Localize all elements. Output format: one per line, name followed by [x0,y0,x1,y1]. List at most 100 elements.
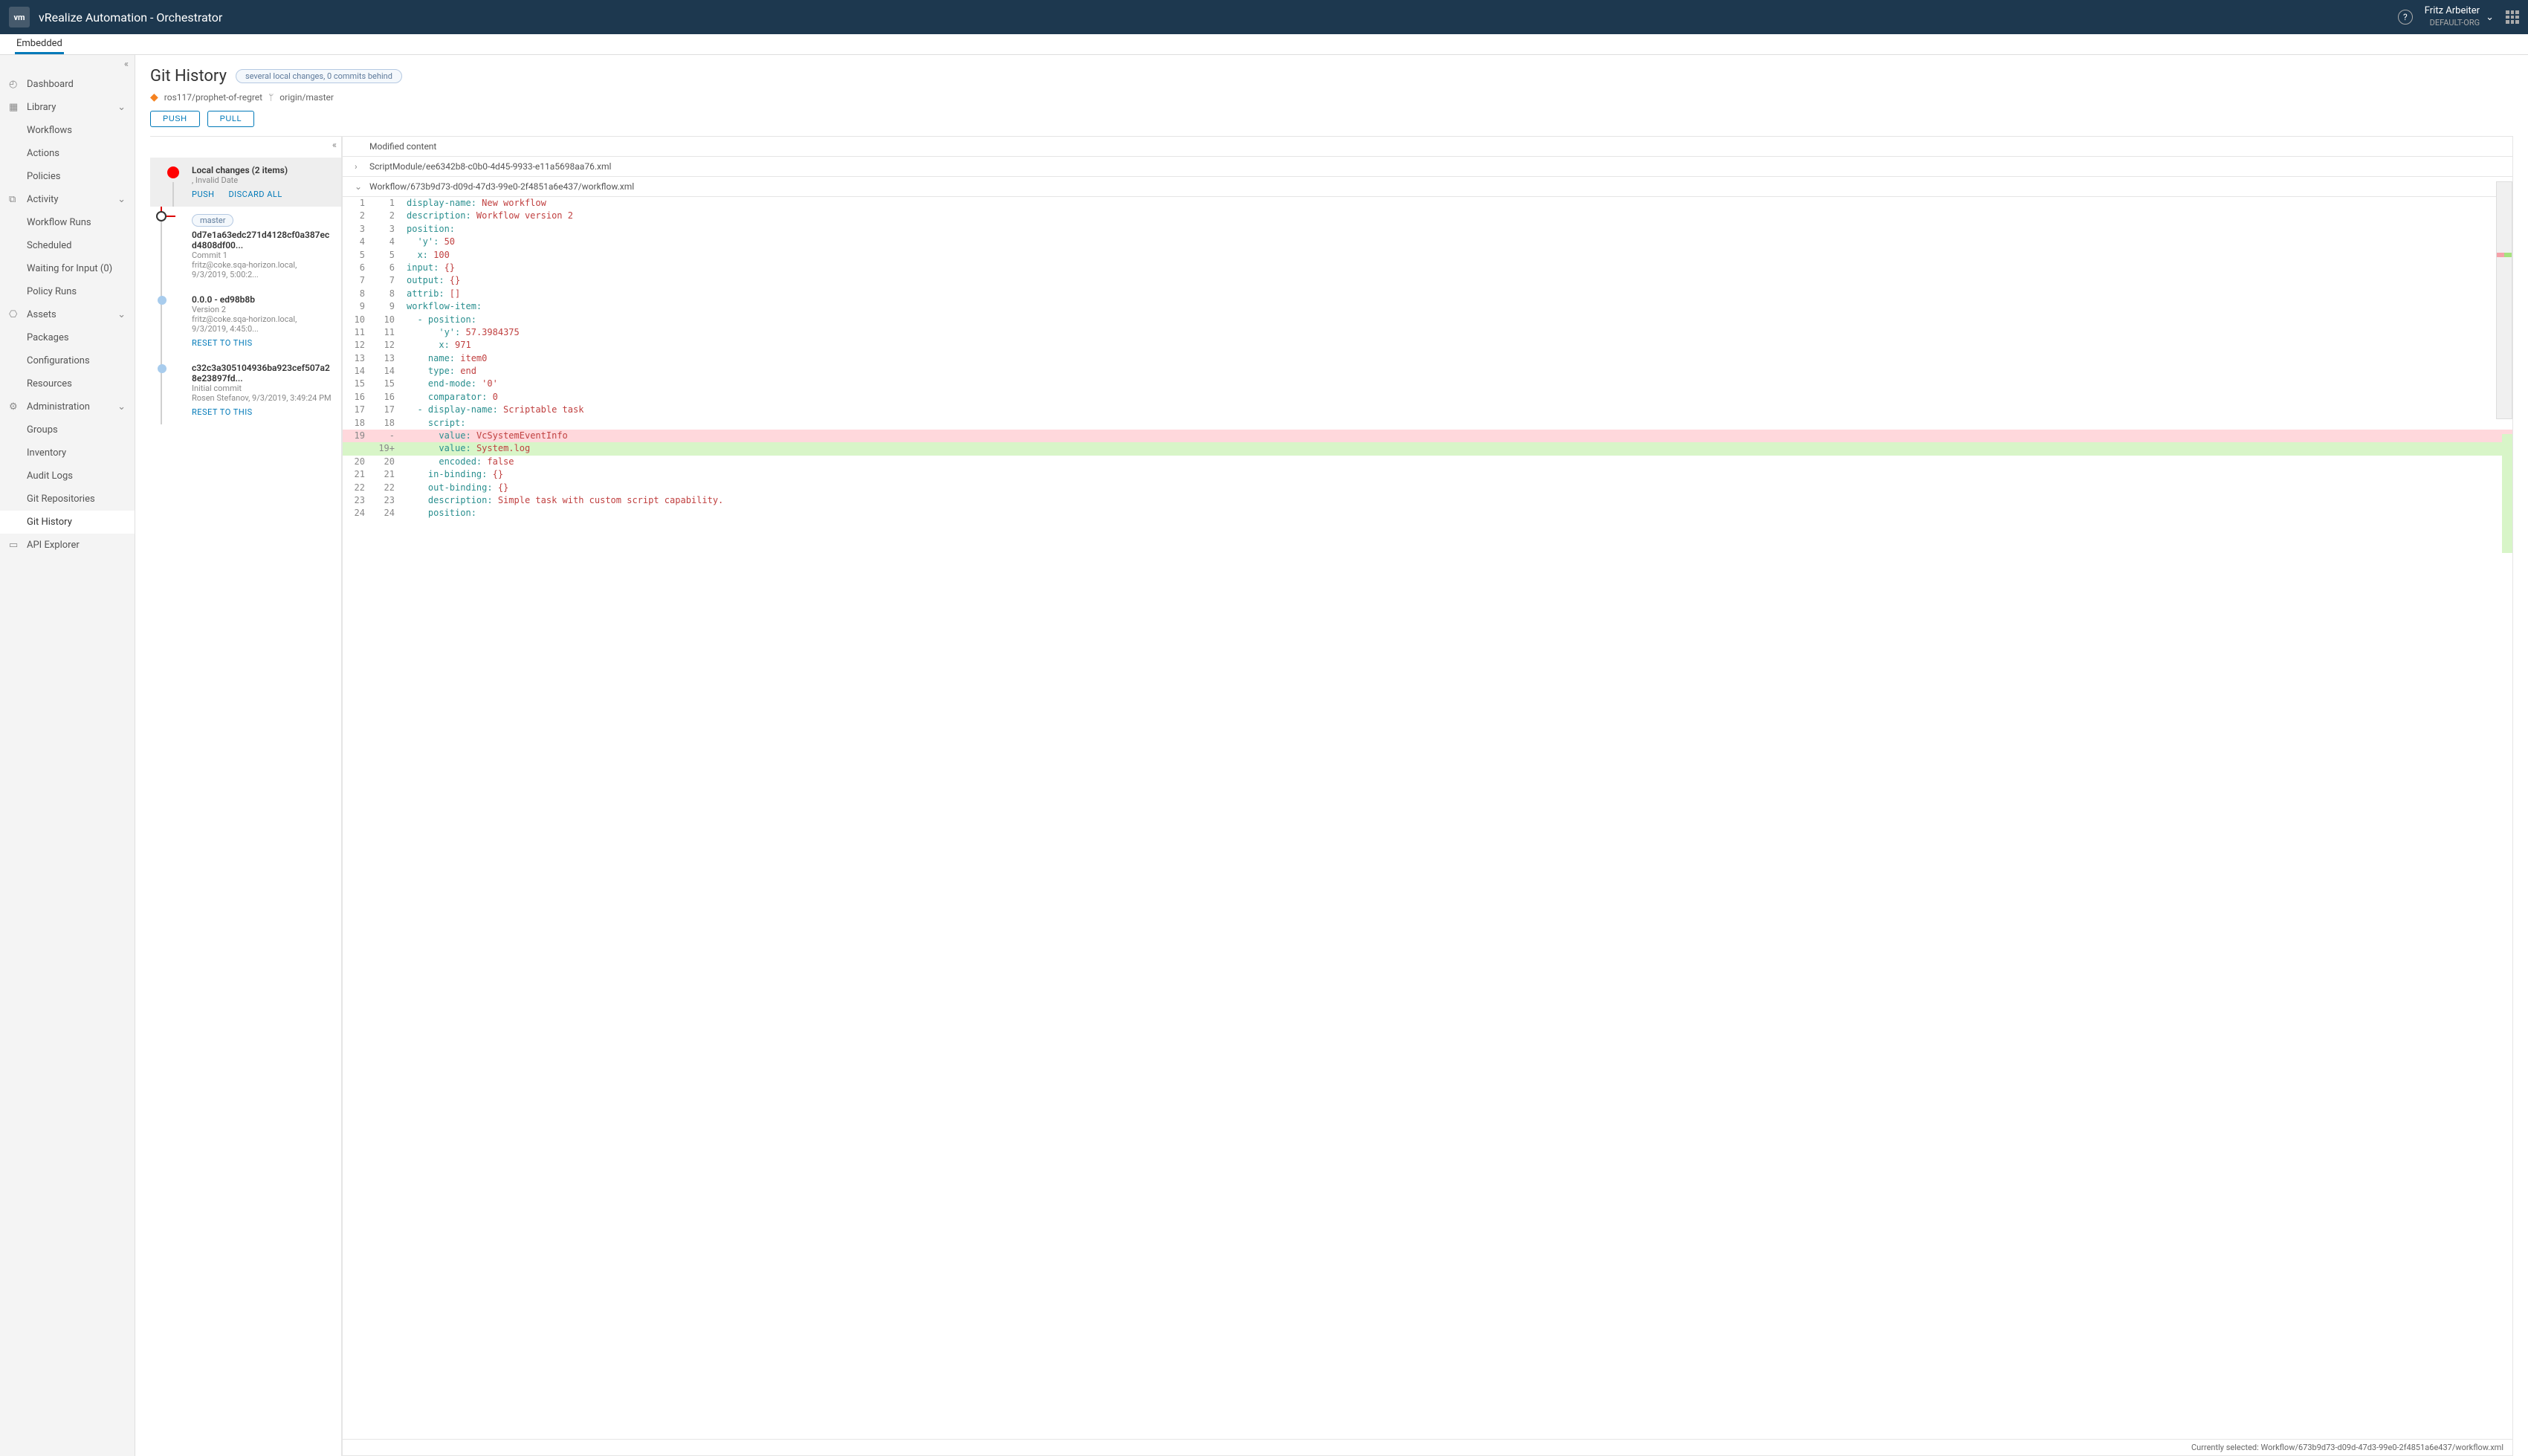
sidebar-item-git-history[interactable]: Git History [0,511,135,534]
main: « ◴ Dashboard ▦ Library ⌄ Workflows Acti… [0,55,2528,1456]
commit-discard-link[interactable]: DISCARD ALL [228,190,282,199]
tab-bar: Embedded [0,34,2528,55]
sidebar-label: Library [27,102,56,113]
assets-icon: ⎔ [9,309,21,320]
commit-dot-icon [167,166,179,178]
chevron-down-icon: ⌄ [117,401,126,412]
help-icon[interactable]: ? [2398,10,2413,25]
sidebar-item-inventory[interactable]: Inventory [0,441,135,465]
commit-hash: c32c3a305104936ba923cef507a28e23897fd... [192,363,332,384]
diff-line: 19- value: VcSystemEventInfo [343,430,2512,442]
commit-subtitle: Version 2 [192,305,332,314]
diff-line: 2121 in-binding: {} [343,468,2512,481]
diff-line: 44 'y': 50 [343,236,2512,248]
commit-local-changes[interactable]: Local changes (2 items) , Invalid Date P… [150,158,341,207]
sidebar-item-dashboard[interactable]: ◴ Dashboard [0,73,135,96]
history-collapse-icon[interactable]: « [332,140,337,151]
commit-title: Local changes (2 items) [192,165,332,175]
reset-link[interactable]: RESET TO THIS [192,338,253,348]
push-button[interactable]: PUSH [150,111,200,127]
diff-line: 11display-name: New workflow [343,197,2512,210]
repo-name: ros117/prophet-of-regret [164,92,262,103]
app-title: vRealize Automation - Orchestrator [39,10,2398,25]
commit-entry-3[interactable]: c32c3a305104936ba923cef507a28e23897fd...… [150,355,341,424]
diff-line: 99workflow-item: [343,300,2512,313]
sidebar-item-actions[interactable]: Actions [0,142,135,165]
diff-body[interactable]: 11display-name: New workflow22descriptio… [343,197,2512,1439]
pull-button[interactable]: PULL [207,111,255,127]
activity-icon: ⧉ [9,194,21,205]
sidebar-group-library[interactable]: ▦ Library ⌄ [0,96,135,119]
diff-line: 1010 - position: [343,314,2512,326]
diff-line: 1414 type: end [343,365,2512,378]
diff-line: 66input: {} [343,262,2512,274]
diff-file-name: Workflow/673b9d73-d09d-47d3-99e0-2f4851a… [369,181,634,192]
commit-entry-1[interactable]: master 0d7e1a63edc271d4128cf0a387ecd4808… [150,207,341,287]
diff-file-expanded[interactable]: ⌄ Workflow/673b9d73-d09d-47d3-99e0-2f485… [343,177,2512,197]
sidebar-label: Activity [27,194,59,205]
content: Git History several local changes, 0 com… [135,55,2528,1456]
diff-line: 1616 comparator: 0 [343,391,2512,404]
history-column: « Local changes (2 items) , Invalid Date… [150,137,342,1456]
vm-logo: vm [9,7,30,27]
tab-embedded[interactable]: Embedded [15,34,64,54]
commit-push-link[interactable]: PUSH [192,190,214,199]
diff-line: 33position: [343,223,2512,236]
sidebar-group-administration[interactable]: ⚙ Administration ⌄ [0,395,135,418]
sidebar-item-packages[interactable]: Packages [0,326,135,349]
reset-link[interactable]: RESET TO THIS [192,407,253,417]
sidebar-label: Administration [27,401,90,412]
sidebar-item-workflow-runs[interactable]: Workflow Runs [0,211,135,234]
sidebar-collapse-icon[interactable]: « [0,55,135,73]
repo-row: ◆ ros117/prophet-of-regret ᛘ origin/mast… [150,91,2513,103]
diff-line: 2323 description: Simple task with custo… [343,494,2512,507]
diff-line: 1717 - display-name: Scriptable task [343,404,2512,416]
sidebar-item-configurations[interactable]: Configurations [0,349,135,372]
commit-hash: 0.0.0 - ed98b8b [192,294,332,305]
apps-grid-icon[interactable] [2506,10,2519,24]
sidebar-item-resources[interactable]: Resources [0,372,135,395]
diff-line: 77output: {} [343,274,2512,287]
sidebar-item-groups[interactable]: Groups [0,418,135,441]
sidebar-group-activity[interactable]: ⧉ Activity ⌄ [0,188,135,211]
sidebar-item-workflows[interactable]: Workflows [0,119,135,142]
diff-minimap-overview [2502,434,2512,553]
diff-file-collapsed[interactable]: › ScriptModule/ee6342b8-c0b0-4d45-9933-e… [343,157,2512,177]
commit-entry-2[interactable]: 0.0.0 - ed98b8b Version 2 fritz@coke.sqa… [150,287,341,355]
diff-line: 1818 script: [343,417,2512,430]
diff-panel: Modified content › ScriptModule/ee6342b8… [342,137,2513,1456]
diff-header: Modified content [343,137,2512,157]
diff-line: 2424 position: [343,507,2512,520]
sidebar-item-audit-logs[interactable]: Audit Logs [0,465,135,488]
diff-line: 2222 out-binding: {} [343,482,2512,494]
sidebar-label: Dashboard [27,79,74,90]
diff-line: 1111 'y': 57.3984375 [343,326,2512,339]
admin-icon: ⚙ [9,401,21,412]
split-pane: « Local changes (2 items) , Invalid Date… [150,136,2513,1456]
commit-meta: Rosen Stefanov, 9/3/2019, 3:49:24 PM [192,393,332,403]
diff-minimap[interactable] [2496,181,2512,419]
sidebar-item-git-repositories[interactable]: Git Repositories [0,488,135,511]
status-badge: several local changes, 0 commits behind [236,69,402,83]
api-icon: ▭ [9,540,21,551]
diff-line: 1515 end-mode: '0' [343,378,2512,390]
sidebar: « ◴ Dashboard ▦ Library ⌄ Workflows Acti… [0,55,135,1456]
sidebar-item-policy-runs[interactable]: Policy Runs [0,280,135,303]
user-menu[interactable]: Fritz Arbeiter DEFAULT-ORG ⌄ [2425,5,2494,28]
chevron-down-icon: ⌄ [117,309,126,320]
sidebar-group-assets[interactable]: ⎔ Assets ⌄ [0,303,135,326]
sidebar-label: API Explorer [27,540,80,551]
commit-subtitle: Commit 1 [192,250,332,260]
diff-line: 55 x: 100 [343,249,2512,262]
diff-file-name: ScriptModule/ee6342b8-c0b0-4d45-9933-e11… [369,161,611,172]
sidebar-item-waiting[interactable]: Waiting for Input (0) [0,257,135,280]
diff-line: 88attrib: [] [343,288,2512,300]
commit-dot-icon [158,296,167,305]
library-icon: ▦ [9,102,21,113]
sidebar-item-scheduled[interactable]: Scheduled [0,234,135,257]
chevron-down-icon: ⌄ [117,102,126,113]
sidebar-item-api-explorer[interactable]: ▭ API Explorer [0,534,135,557]
diff-line: 2020 encoded: false [343,456,2512,468]
commit-hash: 0d7e1a63edc271d4128cf0a387ecd4808df00... [192,230,332,250]
sidebar-item-policies[interactable]: Policies [0,165,135,188]
